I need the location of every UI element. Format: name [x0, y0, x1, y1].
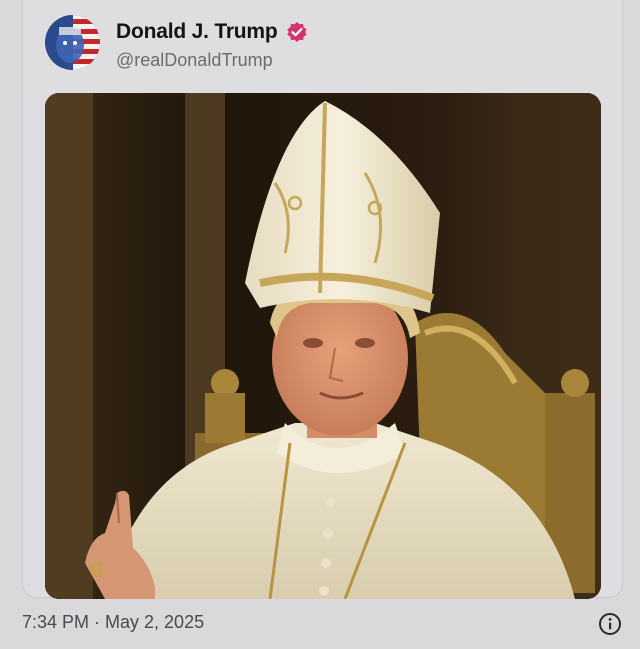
pope-portrait-image: [45, 93, 601, 599]
author-avatar[interactable]: [45, 15, 100, 70]
avatar-image: [45, 15, 100, 70]
info-button[interactable]: [598, 612, 622, 636]
author-name[interactable]: Donald J. Trump: [116, 20, 278, 44]
verified-badge-icon: [286, 21, 308, 43]
post-image[interactable]: [45, 93, 601, 599]
author-name-row: Donald J. Trump: [116, 20, 308, 44]
post-timestamp[interactable]: 7:34 PM · May 2, 2025: [22, 612, 204, 633]
info-circle-icon: [599, 613, 621, 635]
author-handle[interactable]: @realDonaldTrump: [116, 50, 273, 71]
